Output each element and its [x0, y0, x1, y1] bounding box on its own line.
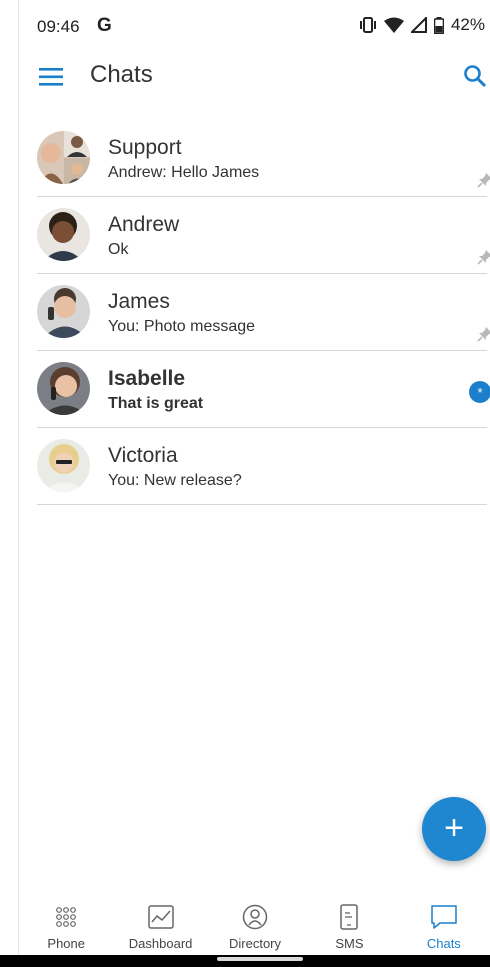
new-chat-button[interactable]: + [422, 797, 486, 861]
nav-label: Chats [426, 936, 461, 951]
unread-badge: * [469, 381, 490, 403]
avatar [37, 131, 90, 184]
chat-bubble-icon [397, 902, 490, 932]
page-title: Chats [90, 61, 153, 88]
chat-name: Support [108, 136, 182, 159]
chat-name: James [108, 290, 170, 313]
google-g-icon: G [97, 15, 112, 36]
bottom-nav: Phone Dashboard Directory SMS Chats [19, 896, 490, 954]
chat-name: Andrew [108, 213, 180, 236]
signal-icon [410, 17, 427, 33]
chart-icon [113, 902, 207, 932]
chat-preview: You: New release? [108, 472, 242, 489]
vibrate-icon [359, 17, 376, 33]
chat-item-isabelle[interactable]: Isabelle That is great * [37, 351, 490, 428]
status-time: 09:46 [37, 17, 80, 36]
chat-name: Isabelle [108, 367, 186, 390]
nav-label: SMS [335, 936, 364, 951]
chat-preview: Andrew: Hello James [108, 164, 260, 181]
battery-icon [433, 16, 444, 34]
chat-item-andrew[interactable]: Andrew Ok [37, 197, 490, 274]
nav-chats[interactable]: Chats [397, 896, 490, 954]
sms-icon [302, 902, 396, 932]
contacts-icon [208, 902, 302, 932]
avatar [37, 208, 90, 261]
pin-icon [477, 327, 490, 342]
chat-item-support[interactable]: Support Andrew: Hello James [37, 120, 490, 197]
search-icon[interactable] [463, 64, 487, 88]
status-icons: 42% [359, 15, 485, 35]
pin-icon [477, 250, 490, 265]
chat-item-james[interactable]: James You: Photo message [37, 274, 490, 351]
nav-directory[interactable]: Directory [208, 896, 302, 954]
chat-name: Victoria [108, 444, 178, 467]
status-bar: 09:46 G 42% [19, 0, 490, 52]
dialpad-icon [19, 902, 113, 932]
nav-label: Dashboard [128, 936, 193, 951]
battery-percent: 42% [450, 15, 485, 34]
nav-phone[interactable]: Phone [19, 896, 113, 954]
nav-label: Directory [229, 936, 282, 951]
nav-sms[interactable]: SMS [302, 896, 396, 954]
avatar [37, 285, 90, 338]
avatar [37, 362, 90, 415]
home-gesture-handle[interactable] [217, 957, 303, 961]
phone-screen: 09:46 G 42% Chats Support Andrew: Hello … [18, 0, 490, 967]
chat-preview: That is great [108, 395, 204, 412]
chat-preview: You: Photo message [108, 318, 256, 335]
wifi-icon [383, 17, 404, 33]
chat-preview: Ok [108, 241, 129, 258]
avatar [37, 439, 90, 492]
nav-label: Phone [47, 936, 85, 951]
app-bar: Chats [19, 52, 490, 102]
pin-icon [477, 173, 490, 188]
menu-icon[interactable] [39, 68, 63, 86]
nav-dashboard[interactable]: Dashboard [113, 896, 207, 954]
chat-list: Support Andrew: Hello James Andrew Ok Ja… [37, 120, 490, 505]
chat-item-victoria[interactable]: Victoria You: New release? [37, 428, 487, 505]
